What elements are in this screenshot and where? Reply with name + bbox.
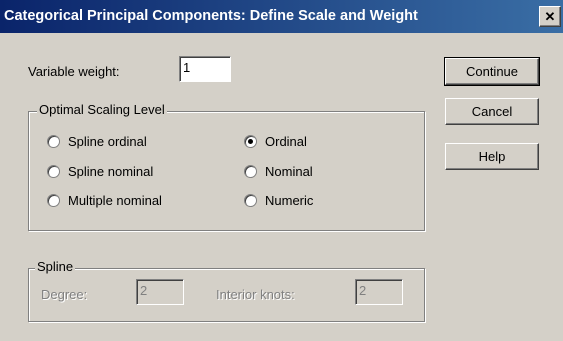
radio-multiple-nominal[interactable]: Multiple nominal (47, 193, 162, 208)
radio-spline-nominal[interactable]: Spline nominal (47, 164, 153, 179)
radio-label: Nominal (265, 164, 313, 179)
radio-circle-icon (47, 135, 60, 148)
title-bar: Categorical Principal Components: Define… (0, 0, 563, 33)
radio-spline-ordinal[interactable]: Spline ordinal (47, 134, 147, 149)
radio-circle-icon (244, 194, 257, 207)
close-icon: ✕ (544, 9, 556, 24)
radio-label: Multiple nominal (68, 193, 162, 208)
radio-nominal[interactable]: Nominal (244, 164, 313, 179)
optimal-scaling-group-label: Optimal Scaling Level (37, 102, 167, 117)
close-button[interactable]: ✕ (539, 6, 561, 27)
variable-weight-label: Variable weight: (28, 64, 120, 79)
cancel-button[interactable]: Cancel (445, 98, 539, 125)
radio-ordinal[interactable]: Ordinal (244, 134, 307, 149)
window-title: Categorical Principal Components: Define… (4, 8, 418, 24)
help-button[interactable]: Help (445, 143, 539, 170)
radio-label: Spline ordinal (68, 134, 147, 149)
continue-button[interactable]: Continue (444, 57, 540, 86)
radio-circle-icon (244, 165, 257, 178)
radio-circle-icon (47, 194, 60, 207)
spline-group-label: Spline (35, 259, 76, 274)
radio-label: Ordinal (265, 134, 307, 149)
degree-label: Degree: (41, 287, 88, 302)
radio-numeric[interactable]: Numeric (244, 193, 313, 208)
radio-checked-icon (244, 135, 257, 148)
radio-circle-icon (47, 165, 60, 178)
radio-label: Numeric (265, 193, 314, 208)
variable-weight-input[interactable]: 1 (179, 56, 231, 82)
radio-label: Spline nominal (68, 164, 154, 179)
interior-knots-input[interactable]: 2 (355, 279, 403, 305)
degree-input[interactable]: 2 (136, 279, 184, 305)
interior-knots-label: Interior knots: (216, 287, 295, 302)
